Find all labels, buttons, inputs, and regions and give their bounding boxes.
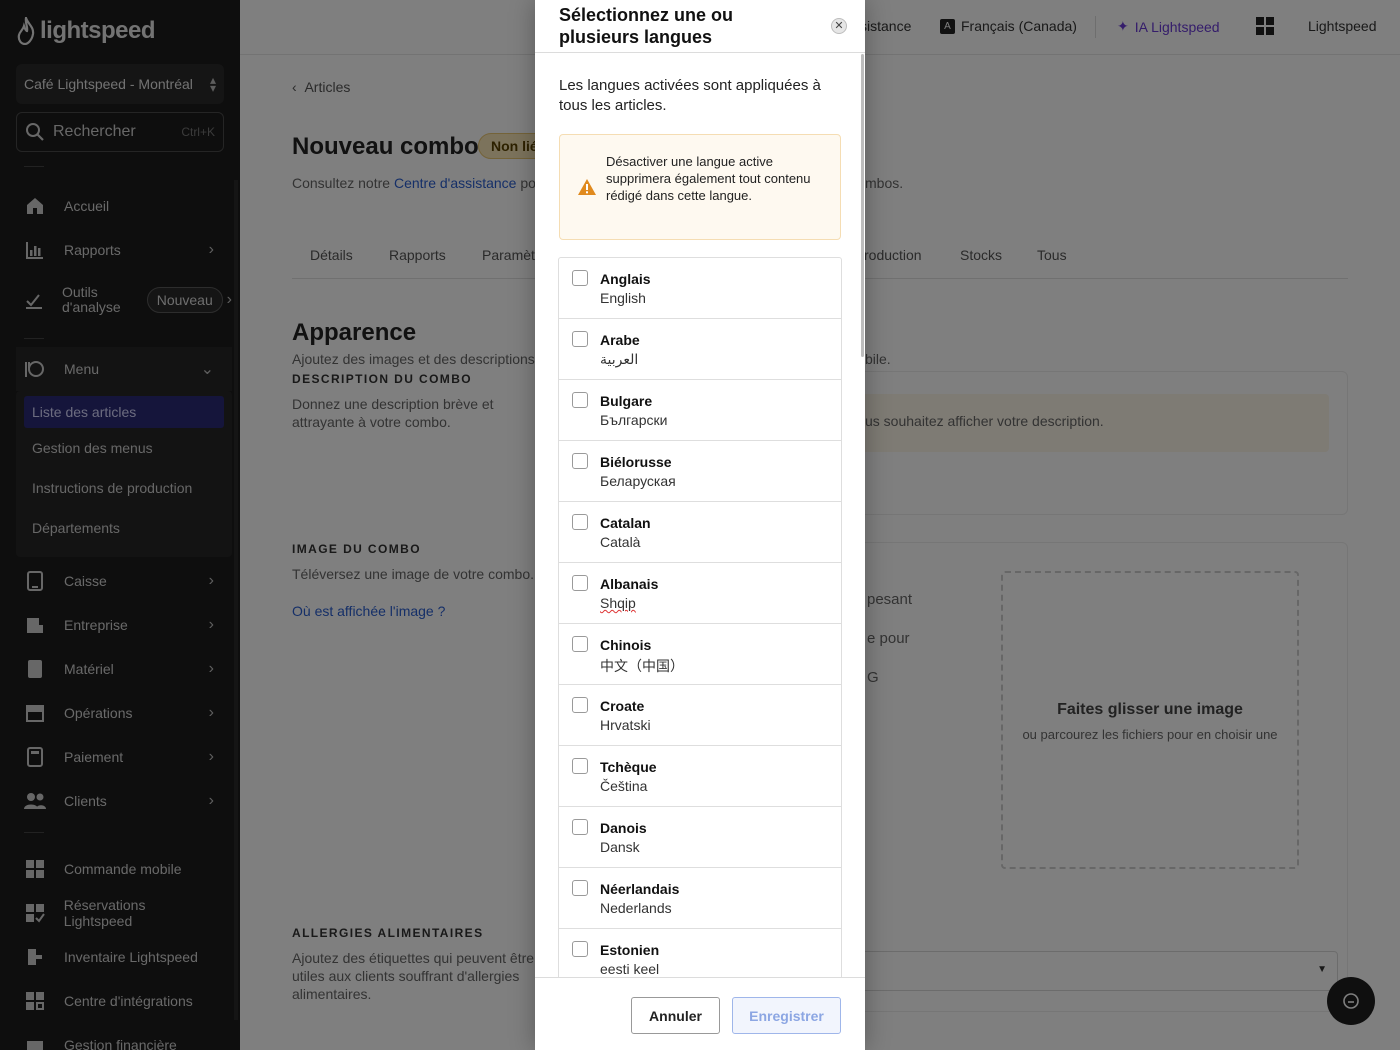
language-option[interactable]: Arabe العربية bbox=[559, 319, 841, 380]
language-native-name: Dansk bbox=[600, 839, 640, 855]
language-native-name: Shqip bbox=[600, 595, 636, 611]
language-checkbox[interactable] bbox=[572, 941, 588, 957]
language-native-name: Čeština bbox=[600, 778, 648, 794]
modal-body: Les langues activées sont appliquées à t… bbox=[535, 54, 865, 977]
language-native-name: العربية bbox=[600, 351, 639, 367]
language-list: Anglais English Arabe العربية Bulgare Бъ… bbox=[558, 257, 842, 977]
language-name: Biélorusse bbox=[600, 454, 672, 470]
language-name: Anglais bbox=[600, 271, 651, 287]
language-option[interactable]: Bulgare Български bbox=[559, 380, 841, 441]
language-name: Chinois bbox=[600, 637, 652, 653]
language-native-name: Català bbox=[600, 534, 641, 550]
language-native-name: English bbox=[600, 290, 646, 306]
language-option[interactable]: Croate Hrvatski bbox=[559, 685, 841, 746]
language-option[interactable]: Albanais Shqip bbox=[559, 563, 841, 624]
language-checkbox[interactable] bbox=[572, 575, 588, 591]
language-name: Bulgare bbox=[600, 393, 653, 409]
language-native-name: Nederlands bbox=[600, 900, 672, 916]
language-checkbox[interactable] bbox=[572, 758, 588, 774]
language-native-name: 中文（中国） bbox=[600, 658, 684, 674]
language-native-name: Беларуская bbox=[600, 473, 676, 489]
language-option[interactable]: Tchèque Čeština bbox=[559, 746, 841, 807]
warning-text: Désactiver une langue active supprimera … bbox=[606, 154, 811, 203]
language-modal: Sélectionnez une ou plusieurs langues ✕ … bbox=[535, 0, 865, 1050]
warning-icon bbox=[578, 179, 596, 195]
language-native-name: Hrvatski bbox=[600, 717, 651, 733]
language-name: Estonien bbox=[600, 942, 660, 958]
cancel-button[interactable]: Annuler bbox=[631, 997, 720, 1034]
language-checkbox[interactable] bbox=[572, 392, 588, 408]
language-native-name: eesti keel bbox=[600, 961, 660, 977]
language-checkbox[interactable] bbox=[572, 453, 588, 469]
language-option[interactable]: Néerlandais Nederlands bbox=[559, 868, 841, 929]
language-name: Albanais bbox=[600, 576, 659, 592]
language-checkbox[interactable] bbox=[572, 514, 588, 530]
language-option[interactable]: Chinois 中文（中国） bbox=[559, 624, 841, 685]
language-option[interactable]: Estonien eesti keel bbox=[559, 929, 841, 977]
language-name: Arabe bbox=[600, 332, 640, 348]
language-option[interactable]: Biélorusse Беларуская bbox=[559, 441, 841, 502]
language-checkbox[interactable] bbox=[572, 270, 588, 286]
modal-scrollbar[interactable] bbox=[861, 54, 864, 357]
language-checkbox[interactable] bbox=[572, 697, 588, 713]
language-name: Néerlandais bbox=[600, 881, 680, 897]
warning-banner: Désactiver une langue active supprimera … bbox=[559, 134, 841, 240]
language-option[interactable]: Catalan Català bbox=[559, 502, 841, 563]
close-icon: ✕ bbox=[834, 19, 844, 32]
modal-footer: Annuler Enregistrer bbox=[535, 977, 865, 1050]
language-name: Croate bbox=[600, 698, 645, 714]
language-checkbox[interactable] bbox=[572, 331, 588, 347]
language-native-name: Български bbox=[600, 412, 668, 428]
language-checkbox[interactable] bbox=[572, 636, 588, 652]
modal-header: Sélectionnez une ou plusieurs langues ✕ bbox=[535, 0, 865, 53]
close-button[interactable]: ✕ bbox=[831, 18, 847, 34]
modal-intro: Les langues activées sont appliquées à t… bbox=[559, 77, 821, 114]
language-checkbox[interactable] bbox=[572, 819, 588, 835]
language-checkbox[interactable] bbox=[572, 880, 588, 896]
modal-title: Sélectionnez une ou plusieurs langues bbox=[559, 5, 734, 47]
language-option[interactable]: Danois Dansk bbox=[559, 807, 841, 868]
language-name: Catalan bbox=[600, 515, 651, 531]
language-option[interactable]: Anglais English bbox=[559, 258, 841, 319]
language-name: Tchèque bbox=[600, 759, 657, 775]
save-button[interactable]: Enregistrer bbox=[732, 997, 841, 1034]
language-name: Danois bbox=[600, 820, 647, 836]
